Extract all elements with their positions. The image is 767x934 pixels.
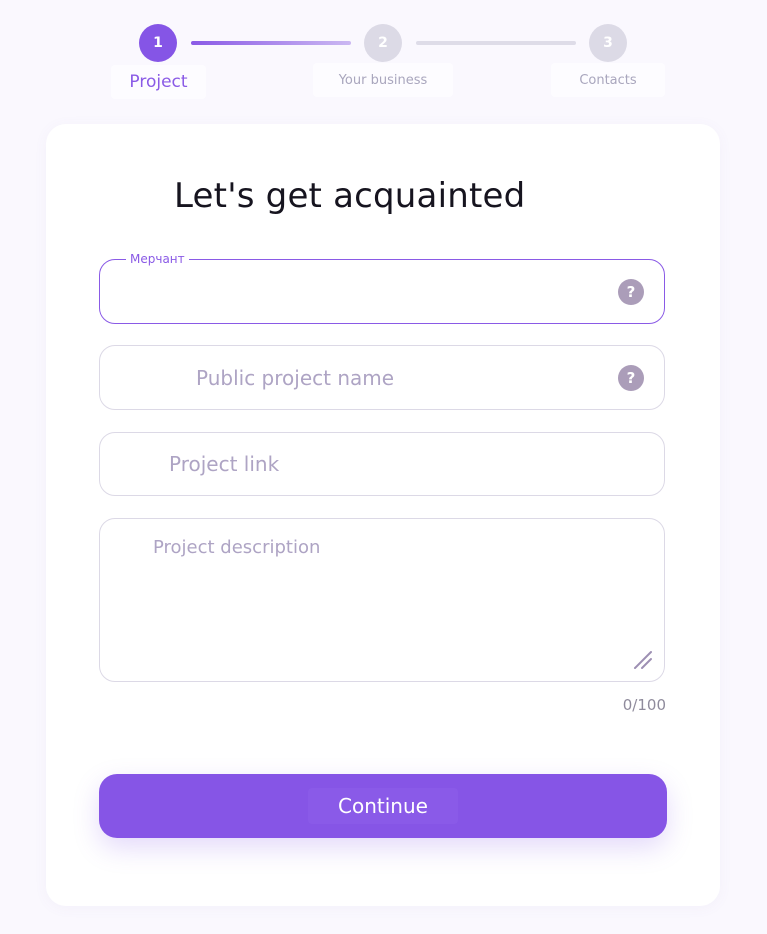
merchant-help-icon[interactable]: ? (618, 278, 644, 305)
step-1-circle[interactable]: 1 (139, 24, 177, 62)
merchant-input[interactable] (100, 260, 604, 323)
step-2-progress-line (416, 41, 576, 45)
step-2-label[interactable]: Your business (313, 63, 453, 97)
character-counter: 0/100 (622, 696, 666, 714)
project-link-field[interactable]: Project link (99, 432, 665, 496)
public-project-name-help-icon[interactable]: ? (618, 364, 644, 391)
project-description-placeholder: Project description (153, 537, 321, 558)
stepper: 1 2 3 Project Your business Contacts (0, 0, 767, 110)
step-1-label[interactable]: Project (111, 65, 206, 99)
merchant-field[interactable]: Мерчант ? (99, 252, 665, 324)
public-project-name-placeholder: Public project name (196, 365, 395, 390)
step-3-circle[interactable]: 3 (589, 24, 627, 62)
public-project-name-field[interactable]: Public project name ? (99, 345, 665, 410)
step-2-circle[interactable]: 2 (364, 24, 402, 62)
form-card: Let's get acquainted Мерчант ? Public pr… (46, 124, 720, 906)
continue-button-label: Continue (308, 788, 458, 824)
continue-button[interactable]: Continue (99, 774, 667, 838)
project-description-textarea[interactable]: Project description (99, 518, 665, 682)
step-3-label[interactable]: Contacts (551, 63, 665, 97)
page-title: Let's get acquainted (174, 176, 526, 216)
project-link-placeholder: Project link (169, 452, 280, 476)
resize-handle-icon[interactable] (632, 649, 654, 671)
step-1-progress-line (191, 41, 351, 45)
